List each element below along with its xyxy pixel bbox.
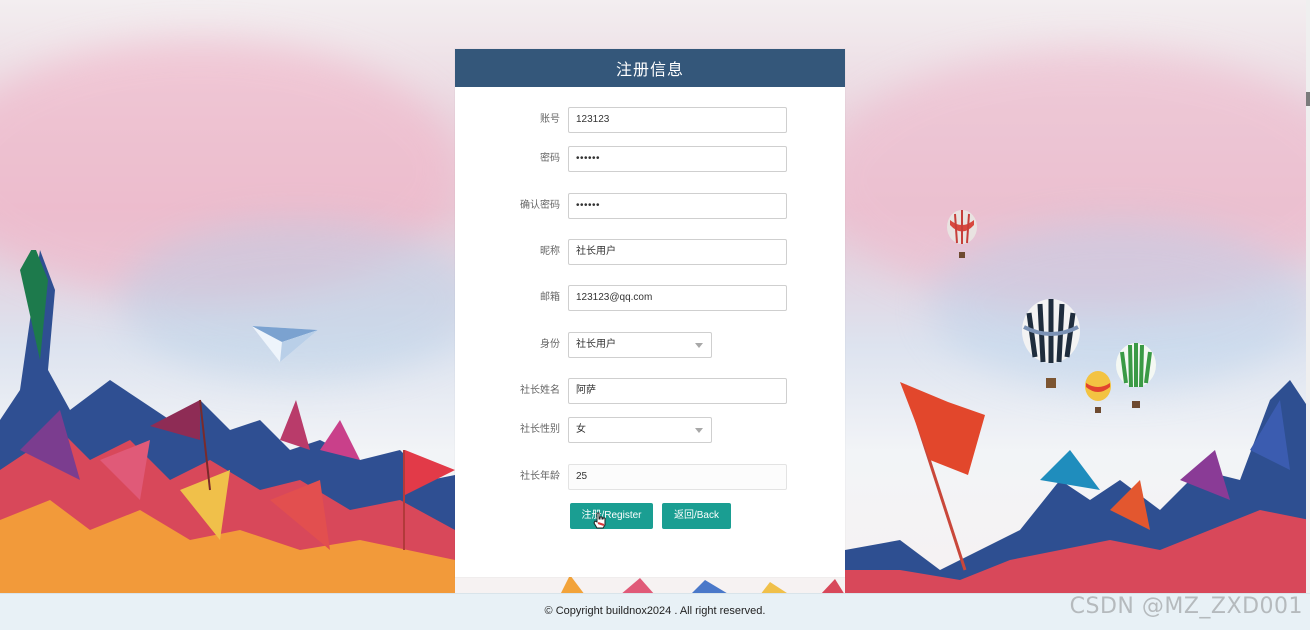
nickname-label: 昵称	[540, 246, 560, 257]
account-label: 账号	[540, 114, 560, 125]
confirm-password-label: 确认密码	[520, 200, 560, 211]
president-age-row: 社长年龄 25	[455, 464, 845, 490]
form-title: 注册信息	[455, 49, 845, 87]
president-name-row: 社长姓名 阿萨	[455, 378, 845, 404]
role-select[interactable]: 社长用户	[568, 332, 712, 358]
window-edge	[1306, 0, 1310, 629]
president-age-input[interactable]: 25	[568, 464, 787, 490]
president-name-input[interactable]: 阿萨	[568, 378, 787, 404]
president-gender-select-value: 女	[576, 424, 586, 435]
nickname-row: 昵称 社长用户	[455, 239, 845, 265]
president-age-label: 社长年龄	[520, 471, 560, 482]
password-row: 密码 ••••••	[455, 146, 845, 172]
back-button[interactable]: 返回/Back	[662, 503, 731, 529]
confirm-password-input[interactable]: ••••••	[568, 193, 787, 219]
role-select-value: 社长用户	[576, 339, 616, 350]
nickname-input[interactable]: 社长用户	[568, 239, 787, 265]
president-gender-select[interactable]: 女	[568, 417, 712, 443]
watermark: CSDN @MZ_ZXD001	[1069, 594, 1303, 619]
email-label: 邮箱	[540, 292, 560, 303]
register-form: 注册信息 账号 123123 密码 •••••• 确认密码 •••••• 昵称 …	[455, 49, 845, 577]
account-row: 账号 123123	[455, 107, 845, 133]
password-input[interactable]: ••••••	[568, 146, 787, 172]
password-label: 密码	[540, 153, 560, 164]
register-button[interactable]: 注册/Register	[570, 503, 653, 529]
role-label: 身份	[540, 339, 560, 350]
president-name-label: 社长姓名	[520, 385, 560, 396]
account-input[interactable]: 123123	[568, 107, 787, 133]
chevron-down-icon	[695, 428, 703, 433]
president-gender-label: 社长性别	[520, 424, 560, 435]
president-gender-row: 社长性别 女	[455, 417, 845, 443]
email-row: 邮箱 123123@qq.com	[455, 285, 845, 311]
role-row: 身份 社长用户	[455, 332, 845, 358]
hand-cursor-icon	[593, 512, 606, 529]
email-input[interactable]: 123123@qq.com	[568, 285, 787, 311]
chevron-down-icon	[695, 343, 703, 348]
confirm-password-row: 确认密码 ••••••	[455, 193, 845, 219]
